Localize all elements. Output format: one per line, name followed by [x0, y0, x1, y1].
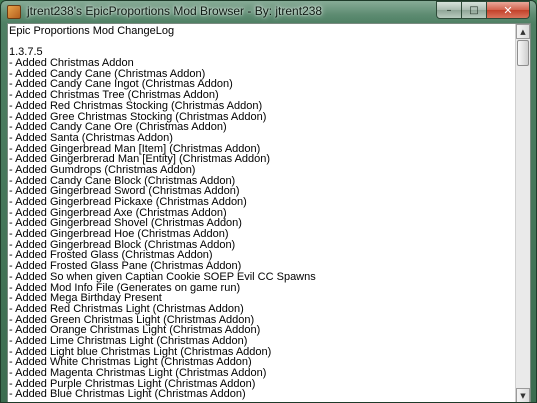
window-controls: – □ ✕	[436, 1, 530, 20]
arrow-down-icon: ▼	[520, 391, 526, 400]
scrollbar-thumb[interactable]	[517, 40, 529, 66]
maximize-button[interactable]: □	[462, 1, 487, 19]
changelog-line: - Added Santa (Christmas Addon)	[9, 131, 173, 144]
minimize-button[interactable]: –	[436, 1, 462, 19]
changelog-line: - Added Red Christmas Stocking (Christma…	[9, 99, 263, 112]
window-title: jtrent238's EpicProportions Mod Browser …	[27, 4, 323, 18]
scroll-up-button[interactable]: ▲	[516, 24, 530, 39]
changelog-line: - Added So when given Captian Cookie SOE…	[9, 270, 316, 283]
maximize-icon: □	[469, 4, 479, 16]
changelog-text-area[interactable]: Epic Proportions Mod ChangeLog 1.3.7.5 -…	[7, 23, 531, 402]
changelog-line: - Added Red Christmas Light (Christmas A…	[9, 302, 244, 315]
changelog-line: Epic Proportions Mod ChangeLog	[9, 25, 175, 37]
close-icon: ✕	[503, 3, 513, 17]
app-window: jtrent238's EpicProportions Mod Browser …	[0, 0, 537, 403]
changelog-line	[9, 37, 515, 48]
minimize-icon: –	[446, 4, 452, 16]
changelog-line: - Added Blue Christmas Light (Christmas …	[9, 388, 246, 401]
changelog-content: Epic Proportions Mod ChangeLog 1.3.7.5 -…	[8, 24, 515, 402]
scroll-down-button[interactable]: ▼	[516, 388, 530, 402]
vertical-scrollbar[interactable]: ▲ ▼	[515, 24, 530, 402]
arrow-up-icon: ▲	[520, 27, 526, 36]
title-bar[interactable]: jtrent238's EpicProportions Mod Browser …	[1, 1, 536, 23]
close-button[interactable]: ✕	[487, 1, 530, 19]
app-icon	[7, 5, 21, 19]
